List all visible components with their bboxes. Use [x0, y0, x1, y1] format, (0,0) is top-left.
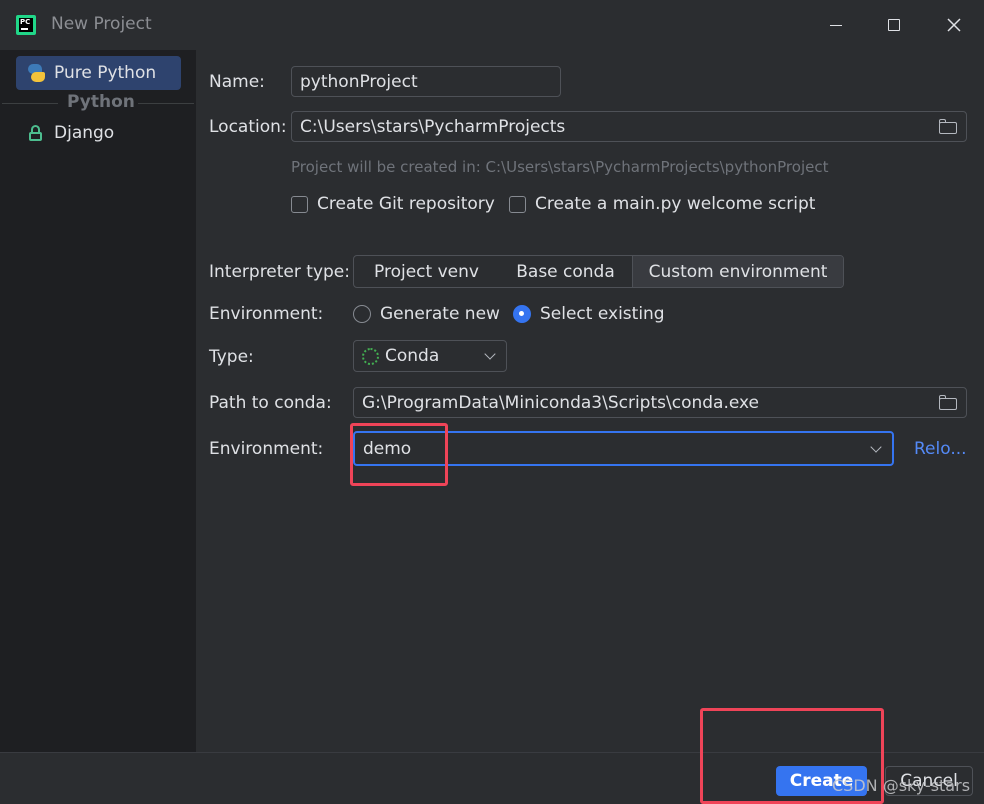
python-icon	[26, 63, 46, 83]
close-icon	[947, 18, 961, 32]
radio-generate-new[interactable]: Generate new	[353, 304, 500, 324]
name-input[interactable]: pythonProject	[291, 66, 561, 97]
git-repo-checkbox[interactable]: Create Git repository	[291, 194, 495, 214]
radio-label: Select existing	[540, 304, 665, 324]
folder-icon[interactable]	[939, 119, 957, 134]
annotation-highlight-environment	[350, 423, 448, 486]
name-label: Name:	[209, 72, 265, 92]
radio-select-existing[interactable]: Select existing	[513, 304, 665, 324]
watermark: CSDN @sky-stars	[832, 776, 971, 795]
main-script-checkbox[interactable]: Create a main.py welcome script	[509, 194, 815, 214]
pycharm-logo-icon: PC	[16, 15, 36, 35]
type-label: Type:	[209, 347, 254, 367]
radio-dot	[353, 305, 371, 323]
folder-icon[interactable]	[939, 395, 957, 410]
checkbox-label: Create Git repository	[317, 194, 495, 214]
chevron-down-icon	[484, 348, 496, 360]
sidebar-group-label: Python	[67, 92, 135, 112]
maximize-icon	[888, 19, 900, 31]
radio-dot	[513, 305, 531, 323]
sidebar-item-pure-python[interactable]: Pure Python	[16, 56, 181, 90]
project-settings-panel: Name: pythonProject Location: C:\Users\s…	[196, 50, 984, 752]
tab-base-conda[interactable]: Base conda	[499, 256, 632, 287]
location-hint: Project will be created in: C:\Users\sta…	[291, 158, 829, 176]
checkbox-box	[509, 195, 526, 213]
window-title: New Project	[51, 14, 152, 34]
tab-custom-environment[interactable]: Custom environment	[632, 256, 843, 287]
environment-label: Environment:	[209, 304, 324, 324]
path-value: G:\ProgramData\Miniconda3\Scripts\conda.…	[362, 392, 760, 413]
chevron-down-icon	[870, 441, 882, 453]
title-bar: PC New Project	[0, 0, 984, 50]
path-to-conda-label: Path to conda:	[209, 393, 332, 413]
environment-select-label: Environment:	[209, 439, 324, 459]
radio-label: Generate new	[380, 304, 500, 324]
checkbox-label: Create a main.py welcome script	[535, 194, 816, 214]
location-label: Location:	[209, 117, 287, 137]
sidebar-item-label: Django	[54, 123, 115, 143]
type-value: Conda	[385, 346, 440, 366]
maximize-button[interactable]	[874, 10, 914, 40]
lock-icon	[26, 123, 46, 143]
interpreter-type-segmented: Project venv Base conda Custom environme…	[353, 255, 844, 288]
interpreter-type-label: Interpreter type:	[209, 262, 350, 282]
close-button[interactable]	[934, 10, 974, 40]
location-input[interactable]: C:\Users\stars\PycharmProjects	[291, 111, 967, 142]
path-to-conda-input[interactable]: G:\ProgramData\Miniconda3\Scripts\conda.…	[353, 387, 967, 418]
project-type-sidebar: Pure Python Python Django	[0, 50, 196, 752]
minimize-icon	[830, 24, 842, 26]
checkbox-box	[291, 195, 308, 213]
conda-icon	[362, 347, 379, 365]
sidebar-group-header: Python	[0, 92, 196, 113]
type-dropdown[interactable]: Conda	[353, 340, 507, 372]
minimize-button[interactable]	[816, 10, 856, 40]
reload-link[interactable]: Relo...	[914, 439, 967, 459]
sidebar-item-label: Pure Python	[54, 63, 157, 83]
location-value: C:\Users\stars\PycharmProjects	[300, 116, 566, 137]
name-value: pythonProject	[300, 71, 418, 92]
tab-project-venv[interactable]: Project venv	[354, 256, 499, 287]
sidebar-item-django[interactable]: Django	[16, 116, 181, 150]
